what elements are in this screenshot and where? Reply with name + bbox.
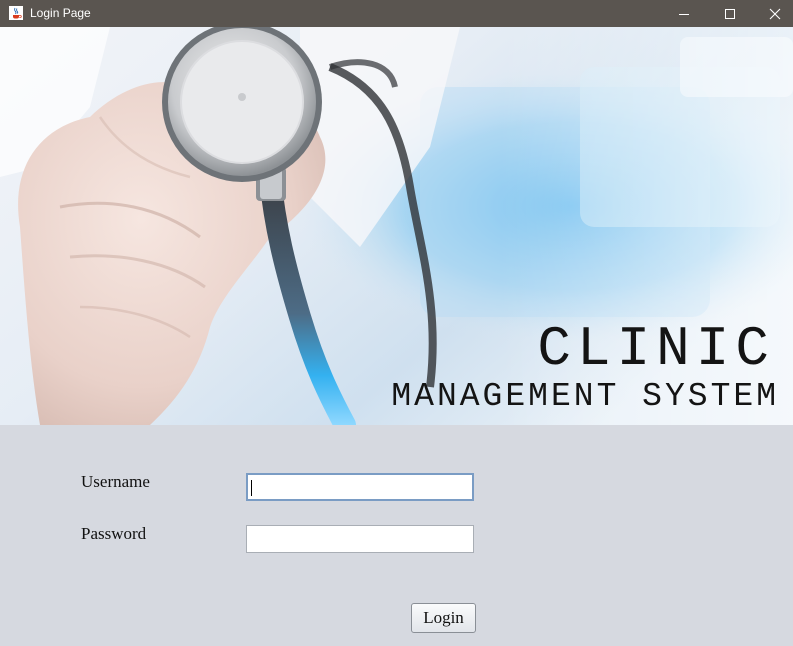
username-label: Username [81,472,150,491]
java-cup-icon [8,5,24,21]
login-button[interactable]: Login [411,603,476,633]
password-label: Password [81,524,147,543]
banner-title: CLINIC [537,317,775,381]
banner-image: CLINIC MANAGEMENT SYSTEM [0,27,793,425]
minimize-button[interactable] [661,0,707,27]
username-input[interactable] [246,473,474,501]
banner-subtitle: MANAGEMENT SYSTEM [391,378,779,415]
maximize-button[interactable] [707,0,753,27]
maximize-icon [725,8,735,19]
window-title: Login Page [30,6,91,20]
text-caret [251,480,252,496]
title-bar[interactable]: Login Page [0,0,793,27]
minimize-icon [679,13,689,15]
close-icon [769,8,781,19]
close-button[interactable] [752,0,793,27]
password-input[interactable] [246,525,474,553]
